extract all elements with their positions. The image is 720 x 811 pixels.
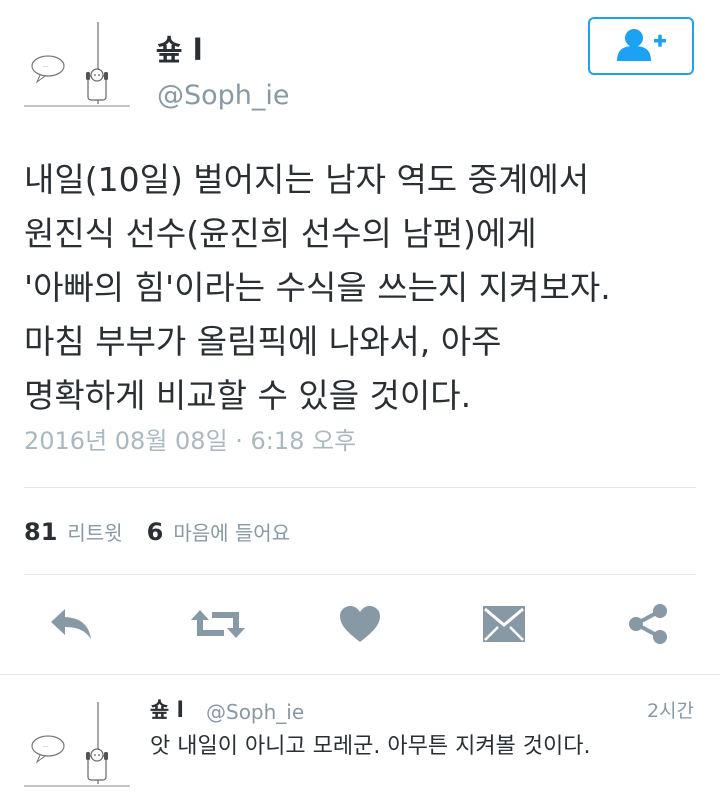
section-divider bbox=[0, 674, 720, 675]
reply-text: 앗 내일이 아니고 모레군. 아무튼 지켜볼 것이다. bbox=[150, 734, 591, 759]
like-button[interactable] bbox=[336, 602, 384, 650]
author-avatar[interactable]: ··· bbox=[20, 20, 132, 114]
tweet-text: 내일(10일) 벌어지는 남자 역도 중계에서 원진식 선수(윤진희 선수의 남… bbox=[24, 160, 611, 415]
divider bbox=[24, 487, 696, 488]
like-count[interactable]: 6 bbox=[147, 520, 164, 544]
reply-author-handle[interactable]: @Soph_ie bbox=[206, 702, 304, 722]
avatar-drawing: ··· bbox=[24, 22, 130, 107]
reply-time: 2시간 bbox=[646, 700, 694, 722]
svg-text:···: ··· bbox=[43, 744, 49, 751]
retweet-button[interactable] bbox=[190, 602, 246, 650]
direct-message-button[interactable] bbox=[480, 602, 528, 650]
follow-button[interactable] bbox=[588, 17, 694, 75]
author-name[interactable]: 숖 l bbox=[156, 36, 203, 65]
svg-text:···: ··· bbox=[43, 64, 49, 71]
tweet-stats: 81 리트윗 6 마음에 들어요 bbox=[24, 520, 290, 544]
share-button[interactable] bbox=[624, 602, 672, 650]
share-icon bbox=[627, 603, 669, 649]
retweet-count[interactable]: 81 bbox=[24, 520, 57, 544]
tweet-timestamp: 2016년 08월 08일 · 6:18 오후 bbox=[24, 427, 357, 455]
add-user-icon bbox=[614, 27, 668, 65]
message-icon bbox=[482, 605, 526, 647]
avatar-drawing: ··· bbox=[24, 702, 130, 787]
reply-author-name[interactable]: 숖 l bbox=[150, 700, 184, 721]
heart-icon bbox=[339, 605, 381, 647]
retweet-label[interactable]: 리트윗 bbox=[67, 523, 122, 543]
like-label[interactable]: 마음에 들어요 bbox=[173, 523, 290, 543]
reply-author-avatar[interactable]: ··· bbox=[20, 700, 132, 794]
author-handle[interactable]: @Soph_ie bbox=[157, 82, 290, 109]
retweet-icon bbox=[190, 606, 246, 646]
reply-button[interactable] bbox=[48, 602, 96, 650]
reply-icon bbox=[49, 607, 95, 645]
divider bbox=[24, 574, 696, 575]
